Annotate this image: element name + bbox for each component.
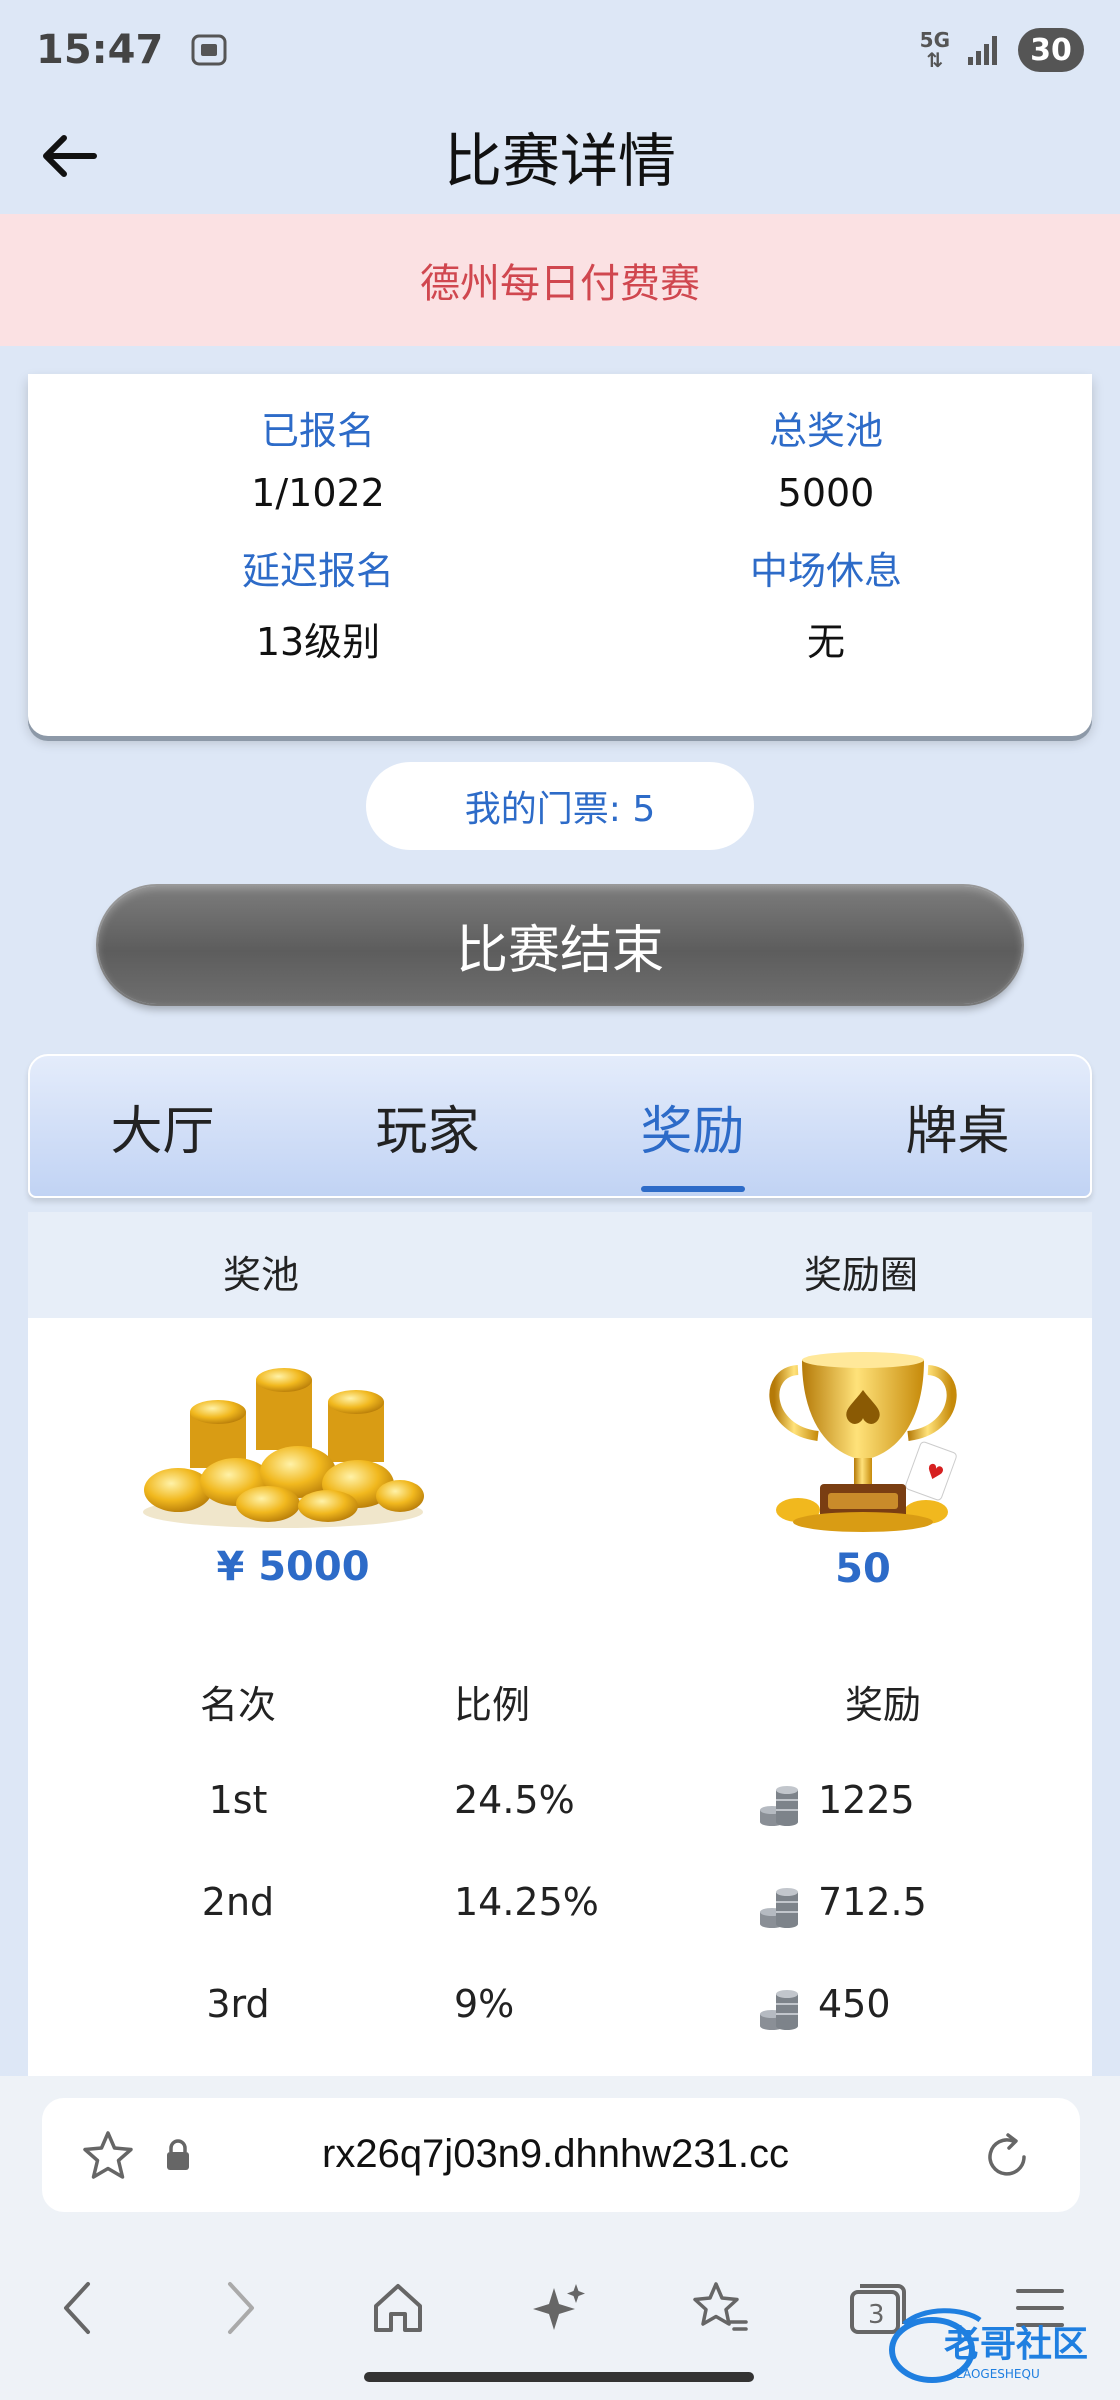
svg-text:LAOGESHEQU: LAOGESHEQU [956, 2367, 1040, 2381]
battery-indicator: 30 [1018, 28, 1084, 72]
reward-amount-cell: 1225 [818, 1778, 915, 1822]
tournament-info-card: 已报名 1/1022 总奖池 5000 延迟报名 13级别 中场休息 无 [28, 374, 1092, 736]
home-indicator[interactable] [364, 2372, 754, 2382]
late-registration-label: 延迟报名 [241, 549, 394, 593]
tab-rewards[interactable]: 奖励 [593, 1089, 793, 1192]
nav-favorites-button[interactable] [680, 2268, 760, 2348]
tab-tables[interactable]: 牌桌 [858, 1089, 1058, 1164]
reward-amount-cell: 450 [818, 1982, 891, 2026]
prize-pool-label: 总奖池 [768, 409, 883, 453]
coin-stack-icon [760, 1786, 798, 1826]
table-row: 2nd 14.25% 712.5 [28, 1880, 1092, 1940]
column-rank: 名次 [199, 1683, 276, 1727]
address-bar[interactable]: rx26q7j03n9.dhnhw231.cc [42, 2098, 1080, 2212]
pool-header: 奖池 [223, 1253, 300, 1297]
late-registration-value: 13级别 [255, 620, 381, 664]
rank-cell: 3rd [206, 1982, 270, 2026]
tab-count: 3 [868, 2300, 885, 2330]
registered-stat: 已报名 1/1022 [118, 400, 518, 515]
reward-circle-value: 50 [835, 1546, 891, 1592]
table-row: 3rd 9% 450 [28, 1982, 1092, 2042]
status-bar: 15:47 5G ⇅ 30 [0, 0, 1120, 100]
nav-back-button[interactable] [38, 2268, 118, 2348]
gold-coins-icon [143, 1368, 424, 1528]
reward-amount-cell: 712.5 [818, 1880, 927, 1924]
nav-ai-button[interactable] [520, 2268, 600, 2348]
page-title: 比赛详情 [443, 127, 676, 195]
tab-bar: 大厅 玩家 奖励 牌桌 [28, 1054, 1092, 1198]
svg-text:老哥社区: 老哥社区 [944, 2324, 1088, 2365]
sparkle-icon [533, 2284, 585, 2330]
chevron-right-icon [228, 2282, 254, 2334]
ratio-cell: 24.5% [454, 1778, 575, 1822]
late-registration-stat: 延迟报名 13级别 [118, 540, 518, 666]
chevron-left-icon [64, 2282, 90, 2334]
my-tickets-pill: 我的门票: 5 [366, 762, 754, 850]
ratio-cell: 9% [454, 1982, 515, 2026]
reward-circle-header: 奖励圈 [804, 1253, 919, 1297]
break-stat: 中场休息 无 [626, 540, 1026, 666]
column-ratio: 比例 [454, 1683, 531, 1727]
lock-icon [167, 2139, 189, 2170]
status-time: 15:47 [36, 27, 164, 73]
rewards-table-header: 名次 比例 奖励 [28, 1674, 1092, 1734]
star-bookmark-icon[interactable] [80, 2128, 136, 2184]
registered-value: 1/1022 [251, 471, 385, 515]
pool-amount: ¥ 5000 [216, 1544, 370, 1590]
rank-cell: 1st [208, 1778, 268, 1822]
prize-pool-value: 5000 [777, 471, 875, 515]
table-row: 1st 24.5% 1225 [28, 1778, 1092, 1838]
reload-icon[interactable] [980, 2130, 1034, 2184]
back-button[interactable] [30, 118, 106, 194]
coin-stack-icon [760, 1990, 798, 2030]
rewards-panel-header: 奖池 奖励圈 [28, 1212, 1092, 1318]
arrow-left-icon [43, 135, 97, 177]
nav-forward-button[interactable] [200, 2268, 280, 2348]
favorites-icon [693, 2282, 748, 2331]
ratio-cell: 14.25% [454, 1880, 599, 1924]
community-watermark-logo: 老哥社区 LAOGESHEQU [889, 2308, 1088, 2383]
rank-cell: 2nd [201, 1880, 275, 1924]
coin-stack-icon [760, 1888, 798, 1928]
tab-players[interactable]: 玩家 [328, 1089, 528, 1164]
tab-lobby[interactable]: 大厅 [63, 1089, 263, 1164]
app-header: 比赛详情 [0, 100, 1120, 212]
trophy-icon: ♥ [769, 1352, 957, 1532]
event-name-banner: 德州每日付费赛 [0, 214, 1120, 346]
break-value: 无 [806, 620, 845, 664]
home-icon [374, 2284, 422, 2332]
registered-label: 已报名 [260, 409, 375, 453]
column-reward: 奖励 [844, 1683, 921, 1727]
screenshot-icon [191, 34, 227, 66]
prize-pool-stat: 总奖池 5000 [626, 400, 1026, 515]
nav-home-button[interactable] [358, 2268, 438, 2348]
rewards-panel: 奖池 奖励圈 ♥ ¥ 5000 50 名次 比例 奖励 1st 24.5% 12… [28, 1212, 1092, 2082]
network-5g-icon: 5G ⇅ [919, 28, 950, 72]
tournament-ended-button[interactable]: 比赛结束 [98, 886, 1022, 1004]
url-text: rx26q7j03n9.dhnhw231.cc [322, 2132, 790, 2176]
break-label: 中场休息 [749, 549, 902, 593]
signal-icon [968, 36, 997, 65]
